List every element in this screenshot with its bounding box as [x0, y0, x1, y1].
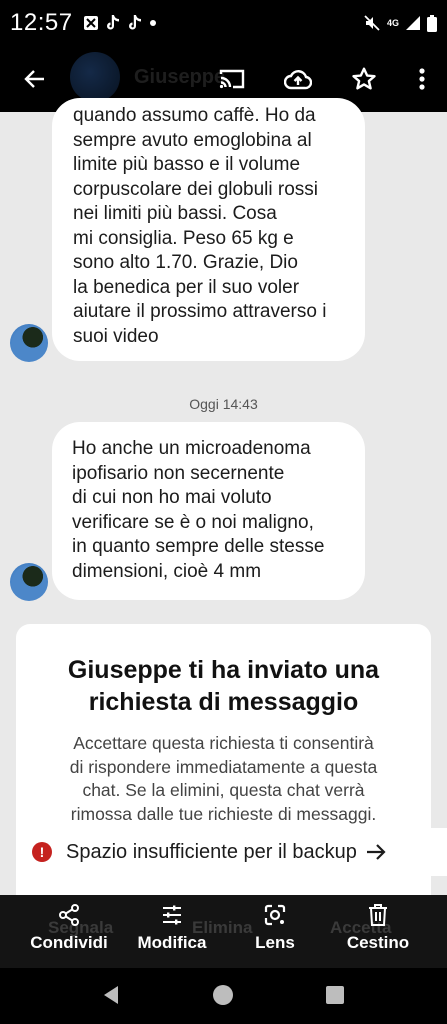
share-label: Condividi — [30, 933, 108, 952]
arrow-back-icon — [24, 70, 44, 88]
photo-notification-icon — [83, 16, 98, 30]
triangle-back-icon — [104, 986, 118, 1004]
cast-icon — [219, 69, 245, 89]
trash-icon — [369, 904, 387, 926]
tune-icon — [163, 905, 181, 925]
toast-message: Spazio insufficiente per il backup — [66, 840, 357, 863]
lens-icon — [264, 904, 286, 926]
edit-button[interactable]: Modifica — [130, 903, 214, 953]
edit-label: Modifica — [137, 933, 207, 952]
more-vert-icon — [419, 68, 425, 90]
message-timestamp: Oggi 14:43 — [189, 396, 258, 412]
lens-button[interactable]: Lens — [244, 903, 306, 953]
square-recents-icon — [326, 986, 344, 1004]
request-description: Accettare questa richiesta ti consentirà… — [69, 733, 378, 824]
message-text: quando assumo caffè. Ho da sempre avuto … — [73, 105, 327, 347]
message-bubble: Ho anche un microadenoma ipofisario non … — [52, 422, 365, 600]
trash-label: Cestino — [346, 933, 410, 952]
share-button[interactable]: Condividi — [26, 903, 112, 953]
circle-home-icon — [213, 985, 233, 1005]
photo-action-bar: Segnala Elimina Accetta Condividi Modifi… — [0, 895, 447, 968]
dot-icon — [149, 20, 156, 26]
star-icon — [352, 67, 376, 90]
share-icon — [59, 904, 79, 926]
system-nav-bar — [0, 968, 447, 1024]
cloud-upload-icon — [284, 70, 312, 90]
tiktok-icon — [128, 15, 141, 30]
contact-avatar — [10, 563, 48, 601]
status-time: 12:57 — [10, 9, 73, 36]
more-options-button[interactable] — [397, 46, 447, 112]
contact-avatar-dimmed — [70, 52, 120, 102]
system-icons: 4G — [363, 14, 437, 32]
trash-button[interactable]: Cestino — [336, 903, 420, 953]
contact-avatar — [10, 324, 48, 362]
message-text: Ho anche un microadenoma ipofisario non … — [72, 438, 325, 582]
mute-icon — [364, 15, 380, 31]
signal-icon — [406, 16, 420, 30]
tiktok-icon — [106, 15, 119, 30]
arrow-forward-icon — [366, 844, 386, 860]
nav-back-button[interactable] — [100, 984, 122, 1011]
message-bubble: quando assumo caffè. Ho da sempre avuto … — [52, 98, 365, 361]
nav-recents-button[interactable] — [325, 984, 345, 1011]
network-type: 4G — [386, 18, 399, 28]
request-title: Giuseppe ti ha inviato una richiesta di … — [67, 656, 380, 716]
error-icon: ! — [32, 842, 52, 862]
battery-icon — [427, 14, 437, 32]
back-button[interactable] — [0, 46, 70, 112]
lens-label: Lens — [255, 933, 295, 952]
nav-home-button[interactable] — [212, 984, 234, 1011]
backup-warning-toast[interactable]: ! Spazio insufficiente per il backup — [18, 828, 447, 876]
status-bar: 12:57 4G — [0, 0, 447, 46]
notification-icons — [83, 14, 157, 32]
